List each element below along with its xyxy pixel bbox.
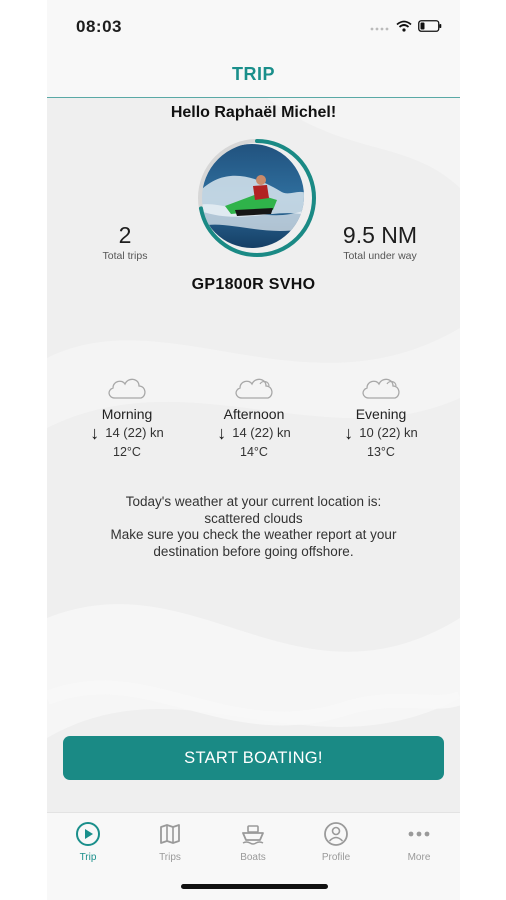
weather-summary: Today's weather at your current location… — [47, 494, 460, 560]
map-icon — [160, 824, 180, 844]
signal-icon — [370, 19, 390, 37]
start-boating-button[interactable]: START BOATING! — [63, 736, 444, 780]
tab-label: Trips — [159, 852, 181, 863]
weather-wind: ↓ 14 (22) kn — [194, 422, 314, 443]
weather-wind-value: 14 (22) kn — [105, 425, 164, 440]
weather-temp: 14°C — [240, 445, 268, 459]
profile-icon — [324, 822, 348, 846]
trip-content: Hello Raphaël Michel! 2 Total trips 9.5 … — [47, 98, 460, 812]
total-distance-stat: 9.5 NM Total under way — [330, 222, 430, 262]
battery-icon — [418, 19, 442, 37]
boat-name: GP1800R SVHO — [191, 276, 316, 293]
status-bar: 08:03 — [47, 0, 460, 52]
weather-summary-condition: scattered clouds — [204, 510, 303, 526]
weather-summary-line: Today's weather at your current location… — [125, 494, 382, 509]
wind-arrow-icon: ↓ — [90, 422, 100, 443]
tab-label: Trip — [79, 852, 97, 863]
wind-arrow-icon: ↓ — [344, 422, 354, 443]
status-icons — [370, 19, 442, 37]
weather-morning: Morning ↓ 14 (22) kn 12°C — [67, 374, 187, 459]
wind-arrow-icon: ↓ — [217, 422, 227, 443]
weather-temp: 13°C — [367, 445, 395, 459]
tab-label: More — [407, 852, 431, 863]
tab-label: Boats — [240, 852, 266, 863]
tab-profile[interactable]: Profile — [295, 821, 377, 863]
home-indicator[interactable] — [181, 884, 328, 889]
weather-evening: Evening ↓ 10 (22) kn 13°C — [321, 374, 441, 459]
weather-period-label: Afternoon — [223, 406, 285, 422]
weather-summary-line: destination before going offshore. — [153, 543, 354, 559]
cloud-icon — [108, 378, 146, 399]
total-distance-value: 9.5 NM — [342, 222, 418, 248]
total-distance-label: Total under way — [343, 250, 417, 262]
boat-avatar[interactable] — [195, 136, 319, 260]
wifi-icon — [396, 19, 412, 37]
tab-label: Profile — [321, 852, 351, 863]
boat-icon — [242, 825, 264, 845]
tab-more[interactable]: More — [378, 821, 460, 863]
cloud-icon — [235, 378, 273, 399]
more-icon — [408, 831, 430, 837]
tab-boats[interactable]: Boats — [212, 821, 294, 863]
weather-wind-value: 14 (22) kn — [232, 425, 291, 440]
greeting-text: Hello Raphaël Michel! — [170, 104, 337, 121]
weather-period-label: Evening — [355, 406, 407, 422]
page-title: TRIP — [231, 64, 275, 84]
jetski-photo — [200, 144, 304, 248]
weather-wind: ↓ 10 (22) kn — [321, 422, 441, 443]
total-trips-label: Total trips — [102, 250, 148, 262]
tab-trips[interactable]: Trips — [129, 821, 211, 863]
play-icon — [76, 822, 100, 846]
status-time: 08:03 — [76, 17, 122, 36]
weather-wind: ↓ 14 (22) kn — [67, 422, 187, 443]
tab-trip[interactable]: Trip — [47, 821, 129, 863]
total-trips-value: 2 — [118, 222, 132, 248]
weather-wind-value: 10 (22) kn — [359, 425, 418, 440]
weather-afternoon: Afternoon ↓ 14 (22) kn 14°C — [194, 374, 314, 459]
phone-screen: 08:03 TRIP Hello Raphaël Michel! 2 Total… — [47, 0, 460, 900]
cloud-icon — [362, 378, 400, 399]
weather-temp: 12°C — [113, 445, 141, 459]
weather-period-label: Morning — [101, 406, 153, 422]
weather-summary-line: Make sure you check the weather report a… — [110, 527, 397, 542]
nav-header: TRIP — [47, 52, 460, 98]
total-trips-stat: 2 Total trips — [85, 222, 165, 262]
